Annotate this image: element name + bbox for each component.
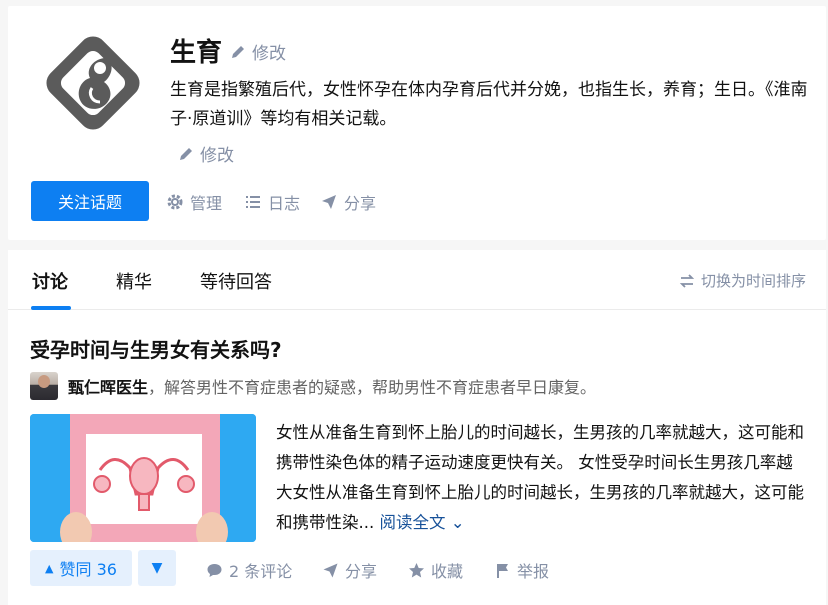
edit-title-link[interactable]: 修改 <box>230 39 286 64</box>
gear-icon <box>167 194 183 210</box>
favorite-label: 收藏 <box>431 562 464 581</box>
post-title[interactable]: 受孕时间与生男女有关系吗? <box>30 334 282 363</box>
topic-description: 生育是指繁殖后代，女性怀孕在体内孕育后代并分娩，也指生长，养育；生日。《淮南子·… <box>170 80 808 129</box>
upvote-button[interactable]: ▲ 赞同 36 <box>30 550 132 586</box>
flag-icon <box>497 563 508 578</box>
post-excerpt[interactable]: 女性从准备生育到怀上胎儿的时间越长，生男孩的几率就越大，这可能和携带性染色体的精… <box>276 418 806 538</box>
comments-button[interactable]: 2 条评论 <box>206 558 292 582</box>
comment-bubble-icon <box>207 563 222 577</box>
share-post-label: 分享 <box>345 562 378 581</box>
log-button[interactable]: 日志 <box>244 190 300 214</box>
sort-toggle-label: 切换为时间排序 <box>700 272 806 290</box>
share-post-button[interactable]: 分享 <box>322 558 377 582</box>
star-icon <box>409 562 424 577</box>
triangle-down-icon: ▼ <box>151 560 163 576</box>
author-row: 甄仁晖医生，解答男性不育症患者的疑惑，帮助男性不育症患者早日康复。 <box>30 372 596 400</box>
downvote-button[interactable]: ▼ <box>138 550 176 586</box>
report-button[interactable]: 举报 <box>494 558 549 582</box>
active-tab-indicator <box>31 306 71 310</box>
paper-plane-icon <box>323 563 338 577</box>
read-more-link[interactable]: 阅读全文 ⌄ <box>380 513 465 532</box>
favorite-button[interactable]: 收藏 <box>408 558 463 582</box>
edit-title-label: 修改 <box>252 44 286 64</box>
paper-plane-icon <box>322 195 336 209</box>
swap-arrows-icon <box>679 273 695 288</box>
log-label: 日志 <box>268 194 301 213</box>
feed-card: 讨论 精华 等待回答 切换为时间排序 受孕时间与生男女有关系吗? 甄仁晖医生，解… <box>8 250 826 605</box>
tab-discussion[interactable]: 讨论 <box>32 268 68 294</box>
author-name[interactable]: 甄仁晖医生 <box>68 378 148 397</box>
feed-tabs: 讨论 精华 等待回答 切换为时间排序 <box>8 250 826 310</box>
manage-button[interactable]: 管理 <box>166 190 222 214</box>
list-icon <box>246 196 260 208</box>
triangle-up-icon: ▲ <box>45 561 54 575</box>
sort-toggle-button[interactable]: 切换为时间排序 <box>679 270 806 291</box>
upvote-label: 赞同 36 <box>59 560 117 579</box>
follow-topic-button[interactable]: 关注话题 <box>31 181 149 221</box>
chevron-down-icon: ⌄ <box>450 513 465 532</box>
topic-logo-icon <box>46 36 140 130</box>
tab-waiting-answer[interactable]: 等待回答 <box>200 268 272 294</box>
edit-description-link[interactable]: 修改 <box>178 141 234 166</box>
share-topic-label: 分享 <box>344 194 377 213</box>
author-bio: ，解答男性不育症患者的疑惑，帮助男性不育症患者早日康复。 <box>148 378 597 397</box>
comments-label: 2 条评论 <box>229 562 293 581</box>
report-label: 举报 <box>517 562 550 581</box>
post-excerpt-text: 女性从准备生育到怀上胎儿的时间越长，生男孩的几率就越大，这可能和携带性染色体的精… <box>276 423 804 532</box>
read-more-label: 阅读全文 <box>379 513 446 532</box>
share-topic-button[interactable]: 分享 <box>320 190 376 214</box>
post-thumbnail-image[interactable] <box>30 414 256 542</box>
topic-title: 生育 <box>170 38 223 68</box>
edit-description-label: 修改 <box>200 146 234 166</box>
pencil-icon <box>232 45 244 58</box>
tab-essence[interactable]: 精华 <box>116 268 152 294</box>
avatar[interactable] <box>30 372 58 400</box>
author-info: 甄仁晖医生，解答男性不育症患者的疑惑，帮助男性不育症患者早日康复。 <box>68 374 596 398</box>
pencil-icon <box>180 147 192 160</box>
manage-label: 管理 <box>190 194 223 213</box>
topic-header-card: 生育 修改 生育是指繁殖后代，女性怀孕在体内孕育后代并分娩，也指生长，养育；生日… <box>8 6 826 240</box>
